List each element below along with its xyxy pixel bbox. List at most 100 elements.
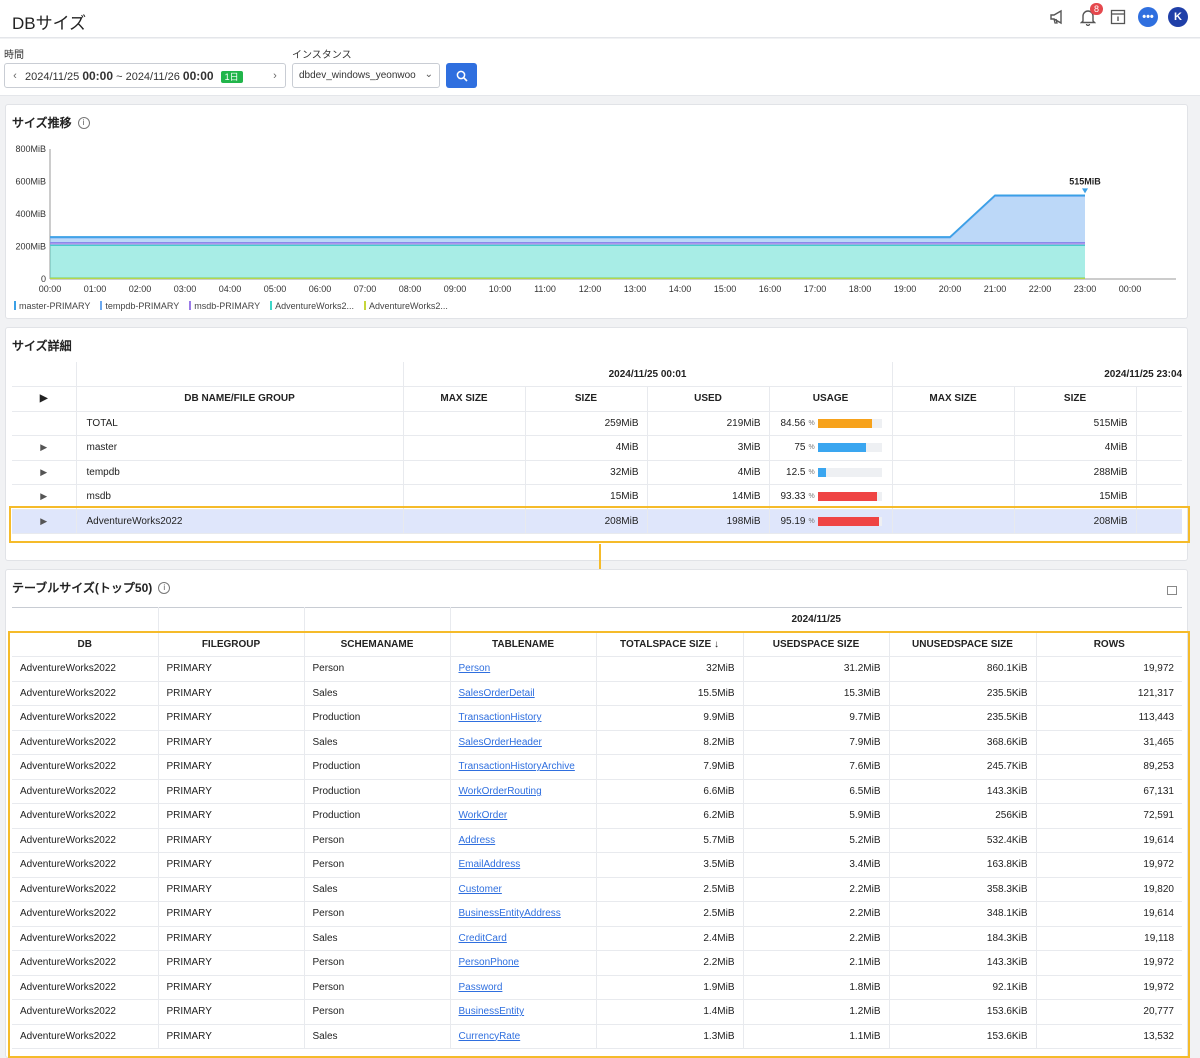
x-tick-label: 16:00 [759,284,782,294]
legend-item[interactable]: msdb-PRIMARY [189,301,260,311]
range-tag: 1日 [220,70,243,83]
legend-label: AdventureWorks2... [275,301,354,311]
legend-item[interactable]: tempdb-PRIMARY [100,301,179,311]
legend-item[interactable]: master-PRIMARY [14,301,90,311]
x-tick-label: 01:00 [84,284,107,294]
usage-percent: 93.33 [780,491,806,503]
usage-bar [817,492,882,502]
y-tick-label: 200MiB [15,242,46,252]
annotation-marker [1082,188,1088,194]
time-range-text[interactable]: 2024/11/25 00:00 ~ 2024/11/26 00:00 1日 [25,69,265,83]
legend-label: AdventureWorks2... [368,301,448,311]
x-tick-label: 15:00 [714,284,737,294]
legend-label: msdb-PRIMARY [194,301,261,311]
max-size-cell [403,460,526,485]
columns-icon[interactable] [1167,586,1177,595]
notification-badge: 8 [1089,3,1103,15]
table-row[interactable]: ▶ master 4MiB 3MiB 75 % 4MiB [12,435,1183,461]
max-size-cell [403,435,526,461]
usage-bar-fill [817,492,878,502]
size-trend-chart: 800MiB600MiB400MiB200MiB000:00 01:00 02:00… [15,144,1176,294]
group-spacer [158,607,305,633]
legend-item[interactable]: AdventureWorks2... [270,301,354,311]
used-cell: 219MiB [647,411,770,436]
max-size-2-cell [892,460,1015,485]
legend-label: tempdb-PRIMARY [105,301,180,311]
x-tick-label: 23:00 [1074,284,1097,294]
legend-swatch [100,301,103,310]
expand-row-icon[interactable]: ▶ [12,435,77,461]
column-header-row: ▶ DB NAME/FILE GROUP MAX SIZE SIZE USED … [12,386,1183,412]
row-spacer [1136,460,1183,485]
x-tick-label: 12:00 [579,284,602,294]
time-start-time: 00:00 [82,68,114,83]
usage-cell: 75 % [769,435,893,461]
avatar[interactable]: K [1168,7,1188,27]
header-actions: 8 ••• K [1048,3,1188,27]
percent-sign: % [808,468,815,476]
x-tick-label: 09:00 [444,284,467,294]
size-cell: 32MiB [525,460,648,485]
percent-sign: % [808,493,815,501]
instance-label: インスタンス [292,50,352,61]
instance-select[interactable]: dbdev_windows_yeonwoo ⌄ [292,63,440,88]
usage-bar [817,418,882,428]
x-tick-label: 07:00 [354,284,377,294]
col-spacer [1136,386,1183,412]
x-tick-label: 03:00 [174,284,197,294]
col-size[interactable]: SIZE [525,386,648,412]
time-range-picker[interactable]: ‹ 2024/11/25 00:00 ~ 2024/11/26 00:00 1日… [4,63,286,88]
chevron-left-icon[interactable]: ‹ [5,70,25,82]
usage-bar [817,443,882,453]
expand-row-icon[interactable]: ▶ [12,460,77,485]
series-line [50,194,1085,238]
chat-icon[interactable]: ••• [1138,7,1158,27]
row-spacer [1136,435,1183,461]
search-button[interactable] [446,63,477,88]
highlight-frame [9,506,1190,543]
group-spacer [304,607,451,633]
table-size-title-text: テーブルサイズ(トップ50) [12,581,153,595]
usage-bar [817,467,882,477]
col-max-size[interactable]: MAX SIZE [403,386,526,412]
usage-percent: 12.5 [786,466,806,478]
search-icon [456,70,468,82]
col-usage[interactable]: USAGE [769,386,893,412]
max-size-2-cell [892,411,1015,436]
info-panel-icon[interactable] [1108,7,1128,27]
chevron-right-icon[interactable]: › [265,70,285,82]
megaphone-icon[interactable] [1048,7,1068,27]
y-tick-label: 800MiB [15,144,46,154]
group-date: 2024/11/25 [450,607,1182,633]
info-icon[interactable]: i [158,581,171,594]
col-max-size-2[interactable]: MAX SIZE [892,386,1015,412]
col-size-2[interactable]: SIZE [1014,386,1137,412]
legend-swatch [14,301,16,310]
series-line [50,195,1085,239]
usage-bar-fill [817,443,866,453]
max-size-cell [403,411,526,436]
table-row[interactable]: TOTAL 259MiB 219MiB 84.56 % 515MiB [12,411,1183,436]
time-label: 時間 [4,50,24,61]
x-tick-label: 19:00 [894,284,917,294]
usage-bar-fill [817,467,826,477]
chart-legend: master-PRIMARY tempdb-PRIMARY msdb-PRIMARY… [14,301,448,311]
bell-icon[interactable]: 8 [1078,3,1103,27]
top-bar: DBサイズ 8 ••• K [0,0,1200,38]
x-tick-label: 02:00 [129,284,152,294]
table-row[interactable]: ▶ tempdb 32MiB 4MiB 12.5 % 288MiB [12,460,1183,485]
page-title: DBサイズ [12,14,87,33]
table-size-title: テーブルサイズ(トップ50) i [12,579,171,596]
row-spacer [12,411,77,436]
col-db-name[interactable]: DB NAME/FILE GROUP [76,386,404,412]
size-cell: 259MiB [525,411,648,436]
x-tick-label: 00:00 [1119,284,1142,294]
time-separator: ~ [116,70,123,83]
expand-all-icon[interactable]: ▶ [12,386,77,412]
col-used[interactable]: USED [647,386,770,412]
x-tick-label: 20:00 [939,284,962,294]
usage-bar-fill [817,418,872,428]
time-end-time: 00:00 [182,68,214,83]
legend-item[interactable]: AdventureWorks2... [363,301,448,311]
x-tick-label: 18:00 [849,284,872,294]
